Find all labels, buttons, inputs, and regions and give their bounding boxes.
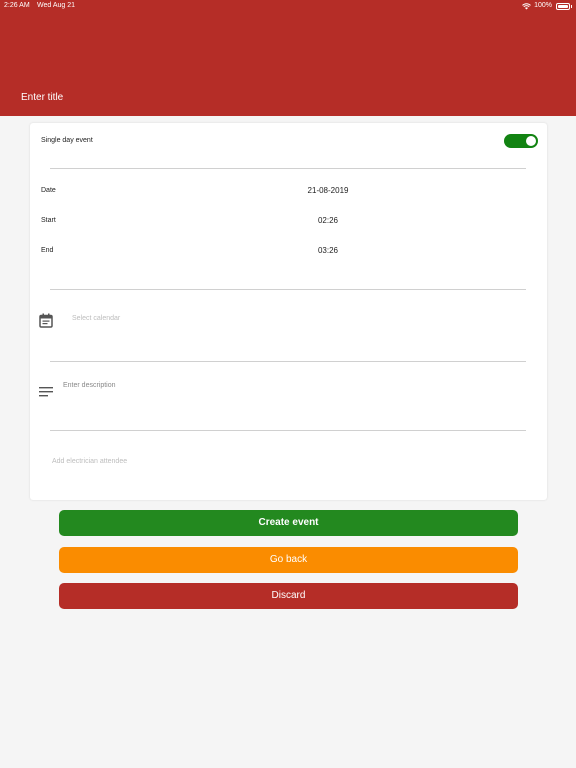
attendee-input[interactable]: Add electrician attendee xyxy=(52,458,127,465)
discard-button[interactable]: Discard xyxy=(59,583,518,609)
status-bar: 2:26 AM Wed Aug 21 100% xyxy=(0,0,576,12)
description-icon xyxy=(39,387,53,397)
divider xyxy=(50,289,526,290)
create-event-button[interactable]: Create event xyxy=(59,510,518,536)
date-label: Date xyxy=(41,187,56,194)
battery-percent: 100% xyxy=(534,2,552,9)
toggle-knob xyxy=(526,136,536,146)
end-value[interactable]: 03:26 xyxy=(318,246,338,255)
event-form-card: Single day event Date 21-08-2019 Start 0… xyxy=(30,123,547,500)
battery-icon xyxy=(556,2,572,10)
app-header: 2:26 AM Wed Aug 21 100% Enter title xyxy=(0,0,576,116)
calendar-select[interactable]: Select calendar xyxy=(72,315,120,322)
title-input[interactable]: Enter title xyxy=(21,92,63,103)
status-right: 100% xyxy=(522,0,572,12)
wifi-icon xyxy=(522,2,531,9)
single-day-toggle[interactable] xyxy=(504,134,538,148)
end-label: End xyxy=(41,247,54,254)
divider xyxy=(50,168,526,169)
calendar-icon xyxy=(39,313,53,328)
description-input[interactable]: Enter description xyxy=(63,382,116,389)
divider xyxy=(50,430,526,431)
status-date: Wed Aug 21 xyxy=(37,2,76,9)
start-value[interactable]: 02:26 xyxy=(318,216,338,225)
single-day-label: Single day event xyxy=(41,137,93,144)
date-value[interactable]: 21-08-2019 xyxy=(308,186,349,195)
go-back-button[interactable]: Go back xyxy=(59,547,518,573)
divider xyxy=(50,361,526,362)
status-time: 2:26 AM xyxy=(4,2,30,9)
start-label: Start xyxy=(41,217,56,224)
